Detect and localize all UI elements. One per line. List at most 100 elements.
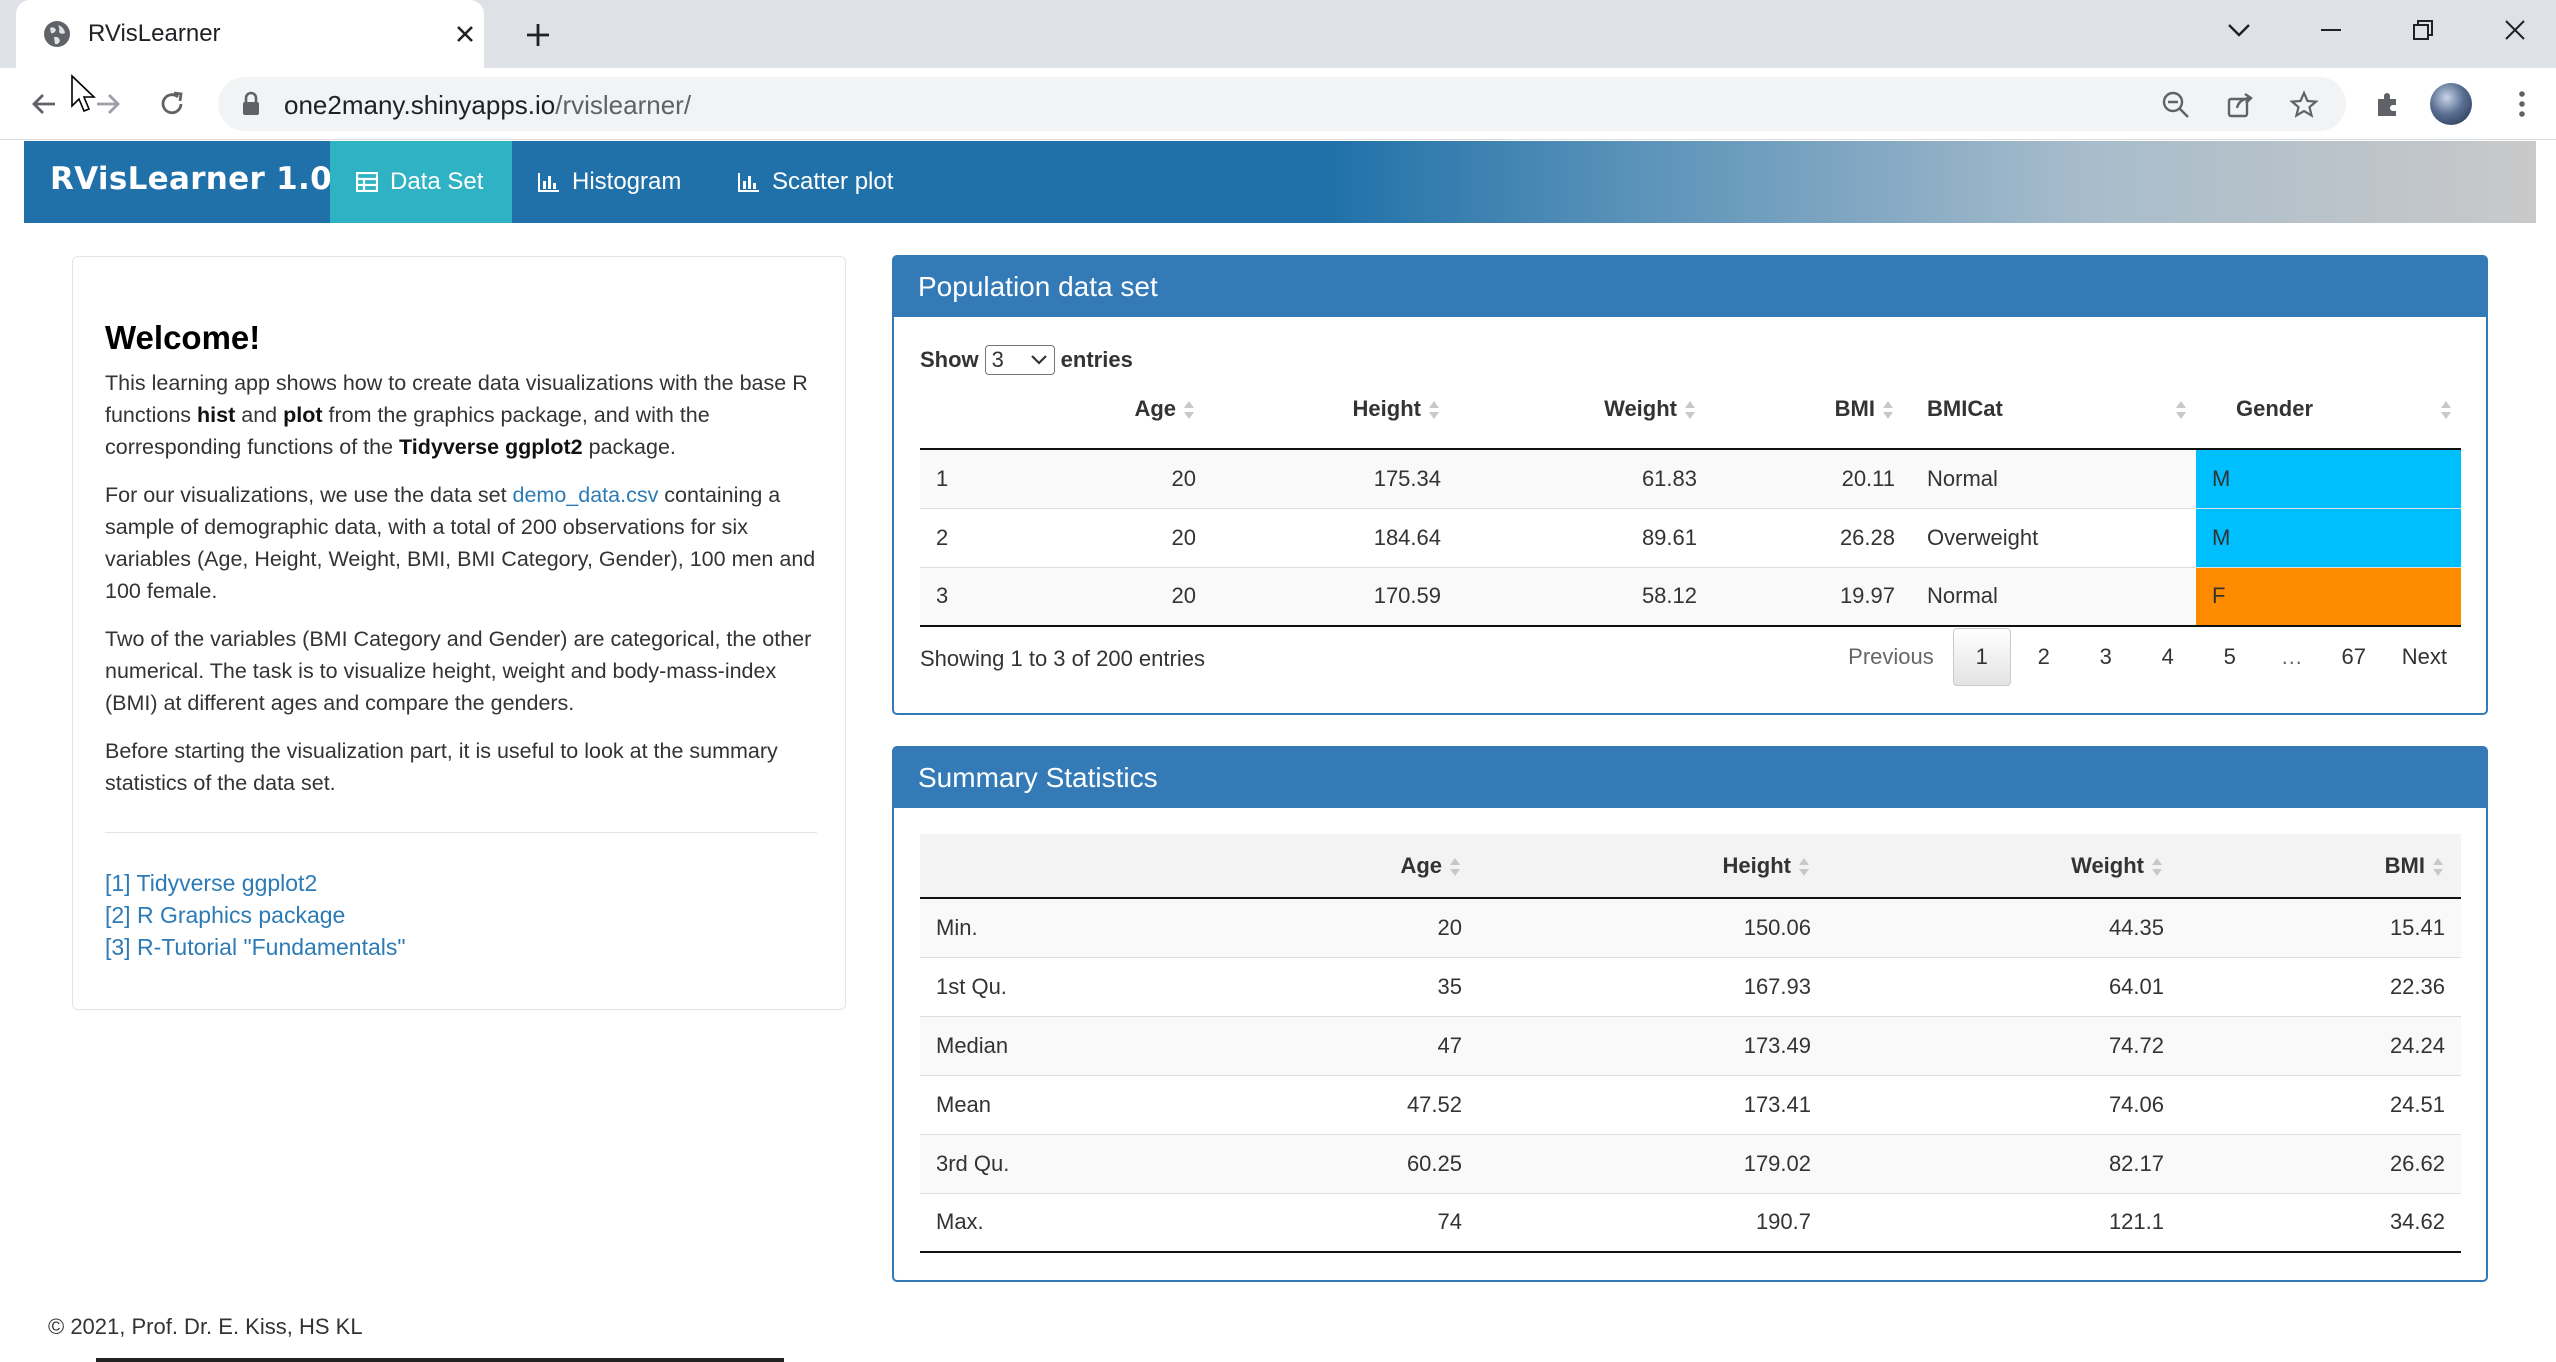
ref-link-ggplot2[interactable]: [1] Tidyverse ggplot2 [105, 867, 406, 899]
pop-header-height[interactable]: Height [1212, 369, 1457, 450]
tab-close-icon[interactable] [448, 17, 482, 51]
sum-header-weight[interactable]: Weight [1827, 834, 2180, 899]
cell-weight: 44.35 [1827, 897, 2180, 957]
tab-label: Histogram [572, 168, 682, 195]
cell-weight: 89.61 [1457, 507, 1713, 567]
app-navbar: RVisLearner 1.0 Data Set Histogram Scatt… [24, 141, 2536, 223]
population-panel-title: Population data set [894, 257, 2486, 317]
cell-bmicat: Normal [1911, 566, 2196, 627]
table-row: Mean 47.52 173.41 74.06 24.51 [920, 1074, 2461, 1134]
table-row: 1 20 175.34 61.83 20.11 Normal M [920, 448, 2461, 508]
page-ellipsis: … [2280, 644, 2303, 669]
cell-age: 20 [980, 448, 1212, 508]
cell-age: 20 [980, 566, 1212, 627]
pop-header-age[interactable]: Age [980, 369, 1212, 450]
stat-label-cell: Mean [920, 1074, 1120, 1134]
previous-page-button[interactable]: Previous [1833, 628, 1949, 686]
table-row: 2 20 184.64 89.61 26.28 Overweight M [920, 507, 2461, 567]
sort-arrows-icon [1421, 396, 1441, 421]
cell-height: 170.59 [1212, 566, 1457, 627]
cell-height: 173.41 [1478, 1074, 1827, 1134]
pop-header-gender[interactable]: Gender [2196, 369, 2461, 450]
ref-link-graphics[interactable]: [2] R Graphics package [105, 899, 406, 931]
demo-data-link[interactable]: demo_data.csv [513, 483, 659, 507]
sort-arrows-icon [2433, 396, 2453, 422]
restore-icon[interactable] [2398, 10, 2448, 50]
page-button[interactable]: 5 [2201, 628, 2259, 686]
star-icon[interactable] [2286, 87, 2322, 123]
stat-label-cell: 3rd Qu. [920, 1133, 1120, 1193]
sum-header-height[interactable]: Height [1478, 834, 1827, 899]
population-panel: Population data set Show 3 entries Age He… [892, 255, 2488, 715]
back-arrow-icon[interactable] [24, 84, 64, 124]
sum-header-bmi[interactable]: BMI [2180, 834, 2461, 899]
pop-header-bmi[interactable]: BMI [1713, 369, 1911, 450]
window-close-icon[interactable] [2490, 10, 2540, 50]
cell-age: 47 [1120, 1015, 1478, 1075]
cell-bmi: 24.24 [2180, 1015, 2461, 1075]
sort-arrows-icon [1176, 396, 1196, 421]
cell-bmi: 20.11 [1713, 448, 1911, 508]
profile-avatar[interactable] [2430, 83, 2472, 125]
dataset-paragraph: For our visualizations, we use the data … [105, 483, 816, 603]
tab-data-set[interactable]: Data Set [330, 141, 512, 223]
cell-weight: 82.17 [1827, 1133, 2180, 1193]
app-brand[interactable]: RVisLearner 1.0 [50, 161, 332, 197]
cell-age: 35 [1120, 956, 1478, 1016]
cell-bmi: 19.97 [1713, 566, 1911, 627]
cell-age: 20 [980, 507, 1212, 567]
pop-header-bmicat[interactable]: BMICat [1911, 369, 2196, 450]
cell-bmicat: Overweight [1911, 507, 2196, 567]
mouse-cursor-icon [70, 74, 98, 121]
table-row: 3rd Qu. 60.25 179.02 82.17 26.62 [920, 1133, 2461, 1193]
extensions-icon[interactable] [2368, 84, 2408, 124]
browser-tab[interactable]: RVisLearner [16, 0, 484, 68]
table-row: 1st Qu. 35 167.93 64.01 22.36 [920, 956, 2461, 1016]
new-tab-icon[interactable] [518, 15, 558, 55]
cell-weight: 64.01 [1827, 956, 2180, 1016]
tab-title: RVisLearner [88, 20, 221, 47]
pagination: Previous 1 2 3 4 5 … 67 Next [1829, 628, 2462, 686]
share-icon[interactable] [2222, 87, 2258, 123]
chevron-down-icon [1030, 355, 1047, 365]
welcome-title: Welcome! [105, 319, 261, 356]
cell-bmi: 22.36 [2180, 956, 2461, 1016]
stat-label-cell: Max. [920, 1192, 1120, 1253]
tab-histogram[interactable]: Histogram [538, 141, 681, 223]
page-button[interactable]: 2 [2015, 628, 2073, 686]
menu-kebab-icon[interactable] [2502, 84, 2542, 124]
tab-scatter-plot[interactable]: Scatter plot [738, 141, 893, 223]
table-row: Min. 20 150.06 44.35 15.41 [920, 897, 2461, 957]
bar-chart-icon [738, 172, 760, 192]
cell-weight: 121.1 [1827, 1192, 2180, 1253]
cell-height: 167.93 [1478, 956, 1827, 1016]
zoom-out-icon[interactable] [2158, 87, 2194, 123]
url-text[interactable]: one2many.shinyapps.io/rvislearner/ [284, 90, 691, 121]
address-bar[interactable]: one2many.shinyapps.io/rvislearner/ [218, 77, 2346, 131]
ref-link-tutorial[interactable]: [3] R-Tutorial "Fundamentals" [105, 931, 406, 963]
stat-label-cell: Median [920, 1015, 1120, 1075]
lock-icon[interactable] [240, 91, 262, 122]
page-button[interactable]: 3 [2077, 628, 2135, 686]
summary-panel-title: Summary Statistics [894, 748, 2486, 808]
table-row: 3 20 170.59 58.12 19.97 Normal F [920, 566, 2461, 627]
pop-header-weight[interactable]: Weight [1457, 369, 1713, 450]
reload-icon[interactable] [152, 84, 192, 124]
page-button[interactable]: 67 [2325, 628, 2383, 686]
page-button[interactable]: 1 [1952, 628, 2011, 686]
cell-weight: 74.06 [1827, 1074, 2180, 1134]
population-table: Age Height Weight BMI BMICat Gender 1 20 175.34… [920, 369, 2461, 627]
cell-age: 20 [1120, 897, 1478, 957]
minimize-icon[interactable] [2306, 10, 2356, 50]
cell-bmi: 26.28 [1713, 507, 1911, 567]
cell-age: 47.52 [1120, 1074, 1478, 1134]
page-button[interactable]: 4 [2139, 628, 2197, 686]
sort-arrows-icon [2168, 396, 2188, 422]
cell-weight: 74.72 [1827, 1015, 2180, 1075]
cell-height: 173.49 [1478, 1015, 1827, 1075]
globe-icon [42, 19, 72, 49]
tab-search-chevron-icon[interactable] [2214, 10, 2264, 50]
sort-arrows-icon [2144, 853, 2164, 878]
next-page-button[interactable]: Next [2387, 628, 2462, 686]
sum-header-age[interactable]: Age [1120, 834, 1478, 899]
